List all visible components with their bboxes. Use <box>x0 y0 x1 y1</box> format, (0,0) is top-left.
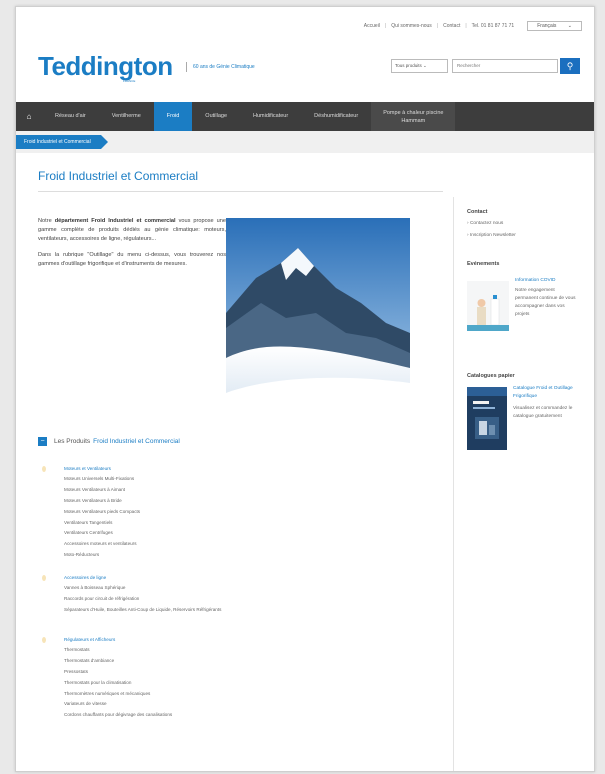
intro-p1-start: Notre <box>38 218 55 224</box>
group-title[interactable]: Accessoires de ligne <box>64 575 221 580</box>
intro-paragraph-2: Dans la rubrique "Outillage" du menu ci-… <box>38 252 226 267</box>
nav-froid[interactable]: Froid <box>153 102 193 131</box>
list-item[interactable]: Moteurs Ventilateurs à Aimant <box>64 485 140 496</box>
nav-humidificateur[interactable]: Humidificateur <box>240 102 301 131</box>
search-input[interactable]: Rechercher <box>452 59 558 73</box>
sidebar-contact-link[interactable]: › Contactez nous <box>467 221 503 226</box>
nav-ventilherme[interactable]: Ventilherme <box>99 102 154 131</box>
tagline: 60 ans de Génie Climatique <box>186 62 255 72</box>
search-category-select[interactable]: Tous produits ⌄ <box>391 59 448 73</box>
intro-p1-bold: département Froid Industriel et commerci… <box>54 218 176 224</box>
search-category-label: Tous produits <box>395 63 422 68</box>
list-item[interactable]: Thermostats d'ambiance <box>64 656 172 667</box>
products-heading-a: Les Produits <box>54 438 91 445</box>
list-item[interactable]: Ventilateurs Tangentiels <box>64 518 140 529</box>
nav-pompe-line2: Hammam <box>401 117 426 124</box>
list-item[interactable]: Moteurs Ventilateurs pieds Compacts <box>64 507 140 518</box>
intro-paragraph-1: Notre département Froid Industriel et co… <box>38 217 226 244</box>
link-home[interactable]: Accueil <box>364 23 380 29</box>
search-icon: ⚲ <box>566 61 574 71</box>
logo-subtitle: FRANCE <box>123 79 136 83</box>
link-contact[interactable]: Contact <box>443 23 460 29</box>
main-nav: ⌂ Réseau d'air Ventilherme Froid Outilla… <box>16 102 594 131</box>
product-group-moteurs: Moteurs et Ventilateurs Moteurs Universe… <box>64 466 140 561</box>
title-divider <box>38 191 443 192</box>
collapse-icon[interactable]: − <box>38 437 47 446</box>
list-item[interactable]: Séparateurs d'Huile, Bouteilles Anti-Cou… <box>64 605 221 616</box>
language-select[interactable]: Français ⌄ <box>527 21 582 31</box>
browser-page: Accueil | Qui sommes-nous | Contact | Tel. … <box>15 6 595 772</box>
sidebar: Contact › Contactez nous › Inscription N… <box>453 197 585 771</box>
event-image[interactable] <box>467 281 509 331</box>
intro-text: Notre département Froid Industriel et co… <box>38 217 226 276</box>
sidebar-contact-title: Contact <box>467 209 488 215</box>
breadcrumb-bar: Froid Industriel et Commercial <box>16 131 594 153</box>
list-item[interactable]: Thermomètres numériques et mécaniques <box>64 689 172 700</box>
nav-pompe-line1: Pompe à chaleur piscine <box>383 109 444 116</box>
nav-outillage[interactable]: Outillage <box>192 102 240 131</box>
event-title[interactable]: Information COVID <box>515 277 577 285</box>
sidebar-contact-link-label: Contactez nous <box>469 221 504 226</box>
list-item[interactable]: Raccords pour circuit de réfrigération <box>64 594 221 605</box>
search-bar: Tous produits ⌄ Rechercher ⚲ <box>391 58 580 74</box>
list-item[interactable]: Accessoires moteurs et ventilateurs <box>64 539 140 550</box>
catalog-cover-image[interactable] <box>467 387 507 450</box>
phone-number: Tel. 01 81 87 71 71 <box>471 23 515 29</box>
bullet-dot <box>42 637 46 643</box>
top-links-bar: Accueil | Qui sommes-nous | Contact | Tel. … <box>359 21 582 31</box>
list-item[interactable]: Moteurs Universels Multi-Fixations <box>64 474 140 485</box>
nav-pompe-chaleur[interactable]: Pompe à chaleur piscine Hammam <box>371 102 456 131</box>
search-button[interactable]: ⚲ <box>560 58 580 74</box>
list-item[interactable]: Ventilateurs Centrifuges <box>64 528 140 539</box>
sidebar-events-title: Evénements <box>467 261 500 267</box>
products-heading: − Les Produits Froid Industriel et Comme… <box>38 437 180 446</box>
list-item[interactable]: Variateurs de vitesse <box>64 699 172 710</box>
catalog-description: Visualisez et commandez le catalogue gra… <box>513 406 573 419</box>
mountain-image <box>226 218 410 398</box>
nav-deshumidificateur[interactable]: Déshumidificateur <box>301 102 371 131</box>
list-item[interactable]: Thermostats <box>64 645 172 656</box>
home-icon[interactable]: ⌂ <box>16 112 42 121</box>
bullet-dot <box>42 466 46 472</box>
catalog-link[interactable]: Catalogue Froid et Outillage Frigorifiqu… <box>513 385 575 401</box>
list-item[interactable]: Vannes à Boisseau Sphérique <box>64 583 221 594</box>
list-item[interactable]: Cordons chauffants pour dégivrage des ca… <box>64 710 172 721</box>
event-description: Notre engagement permanent continue de v… <box>515 288 576 317</box>
group-title[interactable]: Régulateurs et Afficheurs <box>64 637 172 642</box>
product-group-regulateurs: Régulateurs et Afficheurs Thermostats Th… <box>64 637 172 721</box>
nav-reseau-air[interactable]: Réseau d'air <box>42 102 99 131</box>
sidebar-catalog-title: Catalogues papier <box>467 373 515 379</box>
sidebar-newsletter-link[interactable]: › Inscription Newsletter <box>467 233 516 238</box>
group-title[interactable]: Moteurs et Ventilateurs <box>64 466 140 471</box>
link-about[interactable]: Qui sommes-nous <box>391 23 432 29</box>
list-item[interactable]: Moteurs Ventilateurs à Bride <box>64 496 140 507</box>
page-title: Froid Industriel et Commercial <box>38 169 199 183</box>
sidebar-newsletter-link-label: Inscription Newsletter <box>469 233 516 238</box>
catalog-text: Catalogue Froid et Outillage Frigorifiqu… <box>513 385 575 421</box>
product-group-accessoires: Accessoires de ligne Vannes à Boisseau S… <box>64 575 221 616</box>
language-label: Français <box>537 23 557 29</box>
products-heading-b: Froid Industriel et Commercial <box>93 438 180 445</box>
bullet-dot <box>42 575 46 581</box>
breadcrumb[interactable]: Froid Industriel et Commercial <box>16 135 108 149</box>
logo[interactable]: Teddington <box>38 51 173 82</box>
chevron-down-icon: ⌄ <box>567 23 572 29</box>
list-item[interactable]: Pressostats <box>64 667 172 678</box>
list-item[interactable]: Moto-Réducteurs <box>64 550 140 561</box>
event-text: Information COVID Notre engagement perma… <box>515 277 577 319</box>
list-item[interactable]: Thermostats pour la climatisation <box>64 678 172 689</box>
